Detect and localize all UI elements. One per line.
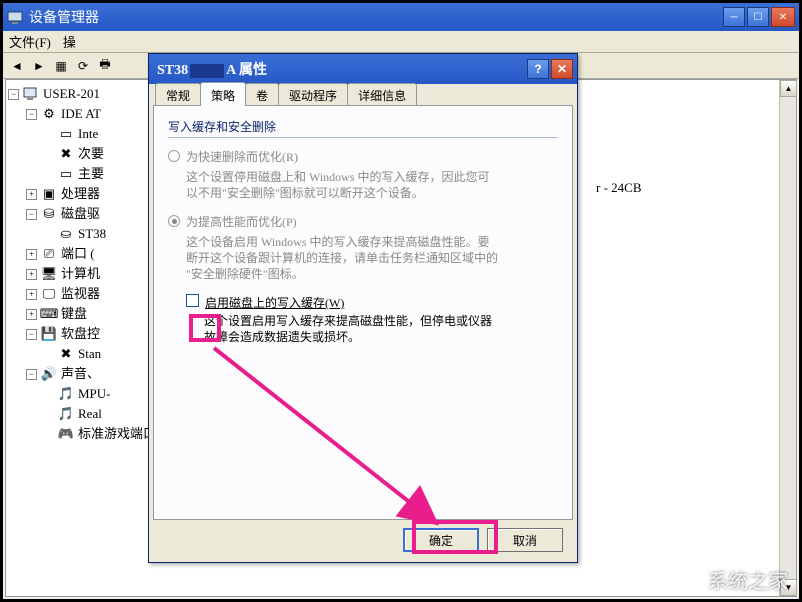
help-button[interactable]: ? [527, 59, 549, 79]
watermark-text: 系统之家 [708, 565, 788, 594]
toolbar-props-icon[interactable]: ▦ [51, 56, 71, 76]
monitor-icon: 🖵 [41, 286, 57, 302]
cancel-button[interactable]: 取消 [487, 528, 563, 552]
ok-button[interactable]: 确定 [403, 528, 479, 552]
main-titlebar: 设备管理器 ─ ☐ ✕ [3, 3, 799, 31]
tree-item[interactable]: 标准游戏端口 [78, 424, 156, 444]
tree-sound[interactable]: 声音、 [61, 364, 100, 384]
tree-disk[interactable]: 磁盘驱 [61, 204, 100, 224]
toolbar-refresh-icon[interactable]: ⟳ [73, 56, 93, 76]
toolbar-print-icon[interactable]: 🖶 [95, 56, 115, 76]
divider [168, 137, 558, 138]
radio-label: 为提高性能而优化(P) [186, 213, 297, 230]
watermark-logo-icon [666, 564, 702, 594]
tab-volume[interactable]: 卷 [245, 83, 279, 106]
tree-cpu[interactable]: 处理器 [61, 184, 100, 204]
ide-icon: ⚙ [41, 106, 57, 122]
tree-keyboard[interactable]: 键盘 [61, 304, 87, 324]
tab-details[interactable]: 详细信息 [347, 83, 417, 106]
tree-toggle[interactable]: − [26, 209, 37, 220]
right-panel-text: r - 24CB [596, 178, 642, 198]
group-title: 写入缓存和安全删除 [168, 118, 558, 135]
sound-dev-icon: 🎮 [58, 426, 74, 442]
tree-toggle[interactable]: − [26, 109, 37, 120]
option-description: 这个设备启用 Windows 中的写入缓存来提高磁盘性能。要 断开这个设备跟计算… [186, 234, 558, 282]
tab-general[interactable]: 常规 [155, 83, 201, 106]
tree-ide[interactable]: IDE AT [61, 104, 101, 124]
tab-driver[interactable]: 驱动程序 [278, 83, 348, 106]
tree-toggle[interactable]: − [26, 369, 37, 380]
tree-item[interactable]: Real [78, 404, 102, 424]
app-icon [7, 9, 23, 25]
sound-dev-icon: 🎵 [58, 386, 74, 402]
sound-dev-icon: 🎵 [58, 406, 74, 422]
device-icon: ▭ [58, 166, 74, 182]
keyboard-icon: ⌨ [41, 306, 57, 322]
tab-policy[interactable]: 策略 [200, 82, 246, 106]
tree-toggle[interactable]: + [26, 269, 37, 280]
dialog-close-button[interactable]: ✕ [551, 59, 573, 79]
tree-toggle[interactable]: − [26, 329, 37, 340]
cpu-icon: ▣ [41, 186, 57, 202]
radio-performance [168, 215, 180, 227]
maximize-button[interactable]: ☐ [747, 7, 769, 27]
device-icon: ▭ [58, 126, 74, 142]
computer-icon: 🖥 [41, 266, 57, 282]
tree-item[interactable]: 次要 [78, 144, 104, 164]
main-title: 设备管理器 [29, 7, 723, 27]
radio-label: 为快速删除而优化(R) [186, 148, 298, 165]
checkbox-description: 这个设置启用写入缓存来提高磁盘性能，但停电或仪器 故障会造成数据遗失或损坏。 [204, 313, 558, 345]
tree-toggle[interactable]: + [26, 289, 37, 300]
device-error-icon: ✖ [58, 146, 74, 162]
tab-panel-policy: 写入缓存和安全删除 为快速删除而优化(R) 这个设置停用磁盘上和 Windows… [153, 105, 573, 520]
tree-ports[interactable]: 端口 ( [61, 244, 95, 264]
disk-icon: ⛀ [58, 226, 74, 242]
tree-toggle[interactable]: + [26, 249, 37, 260]
menu-file[interactable]: 文件(F) [9, 32, 51, 51]
tree-toggle[interactable]: + [26, 309, 37, 320]
watermark: 系统之家 [666, 564, 788, 594]
tree-item[interactable]: 主要 [78, 164, 104, 184]
radio-quick-remove [168, 150, 180, 162]
tree-toggle[interactable]: − [8, 89, 19, 100]
minimize-button[interactable]: ─ [723, 7, 745, 27]
checkbox-write-cache[interactable] [186, 294, 199, 307]
checkbox-label[interactable]: 启用磁盘上的写入缓存(W) [205, 294, 344, 311]
device-error-icon: ✖ [58, 346, 74, 362]
close-button[interactable]: ✕ [771, 7, 795, 27]
option-description: 这个设置停用磁盘上和 Windows 中的写入缓存，因此您可 以不用"安全删除"… [186, 169, 558, 201]
scroll-up-icon[interactable]: ▲ [780, 80, 797, 97]
tree-toggle[interactable]: + [26, 189, 37, 200]
toolbar-fwd-icon[interactable]: ► [29, 56, 49, 76]
properties-dialog: ST38A 属性 ? ✕ 常规 策略 卷 驱动程序 详细信息 写入缓存和安全删除… [148, 53, 578, 563]
toolbar-back-icon[interactable]: ◄ [7, 56, 27, 76]
tree-item[interactable]: MPU- [78, 384, 111, 404]
floppy-icon: 💾 [41, 326, 57, 342]
port-icon: ⎚ [41, 246, 57, 262]
tree-item[interactable]: Inte [78, 124, 98, 144]
computer-icon [23, 86, 39, 102]
tree-floppy[interactable]: 软盘控 [61, 324, 100, 344]
tree-monitor[interactable]: 监视器 [61, 284, 100, 304]
disk-icon: ⛁ [41, 206, 57, 222]
menu-action[interactable]: 操 [63, 32, 76, 51]
tree-computer[interactable]: 计算机 [61, 264, 100, 284]
tree-root[interactable]: USER-201 [43, 84, 100, 104]
dialog-titlebar[interactable]: ST38A 属性 ? ✕ [149, 54, 577, 84]
dialog-tabs: 常规 策略 卷 驱动程序 详细信息 [153, 84, 573, 106]
tree-item[interactable]: Stan [78, 344, 101, 364]
tree-item[interactable]: ST38 [78, 224, 106, 244]
main-menubar: 文件(F) 操 [3, 31, 799, 53]
dialog-title: ST38A 属性 [157, 59, 525, 79]
sound-icon: 🔊 [41, 366, 57, 382]
vertical-scrollbar[interactable]: ▲ ▼ [779, 80, 796, 596]
